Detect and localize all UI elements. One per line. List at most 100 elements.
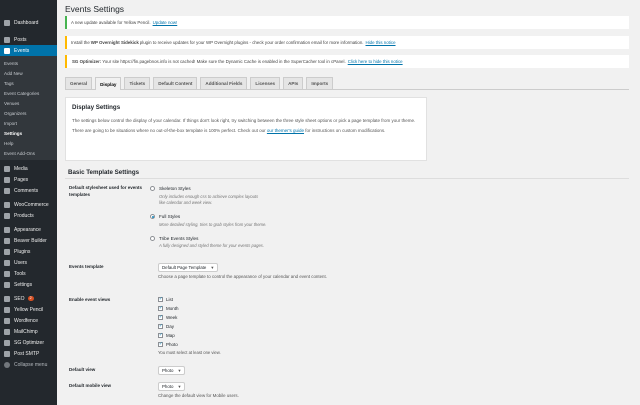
- default-view-select[interactable]: Photo ▼: [158, 366, 186, 375]
- event-views-label: Enable event views: [69, 297, 111, 302]
- sidebar-item-post-smtp[interactable]: Post SMTP: [0, 348, 57, 359]
- submenu-event-add-ons[interactable]: Event Add-Ons: [0, 148, 57, 158]
- stylesheet-label: Default stylesheet used for events templ…: [69, 185, 143, 197]
- user-icon: [4, 259, 10, 266]
- submenu-import[interactable]: Import: [0, 118, 57, 128]
- sidebar-item-wordfence[interactable]: Wordfence: [0, 315, 57, 326]
- themers-guide-link[interactable]: our themer's guide: [267, 128, 304, 133]
- chevron-down-icon: ▼: [210, 265, 215, 270]
- submenu-organizers[interactable]: Organizers: [0, 108, 57, 118]
- view-list-checkbox[interactable]: List: [158, 296, 173, 302]
- main-content: Events Settings A new update available f…: [57, 0, 640, 405]
- sidebar-item-beaver-builder[interactable]: Beaver Builder: [0, 235, 57, 246]
- sidebar-item-comments[interactable]: Comments: [0, 185, 57, 196]
- collapse-icon: [4, 361, 10, 368]
- sidebar-item-media[interactable]: Media: [0, 163, 57, 174]
- tab-apis[interactable]: APIs: [283, 77, 304, 89]
- product-icon: [4, 212, 10, 219]
- sidebar-item-seo[interactable]: SEO 2: [0, 293, 57, 304]
- default-view-label: Default view: [69, 367, 96, 372]
- view-map-checkbox[interactable]: Map: [158, 332, 175, 338]
- brush-icon: [4, 226, 10, 233]
- submenu-add-new[interactable]: Add New: [0, 68, 57, 78]
- sidekick-notice: Install the WP Overnight Sidekick plugin…: [65, 36, 629, 49]
- tab-default-content[interactable]: Default Content: [153, 77, 198, 89]
- checkbox[interactable]: [158, 314, 163, 320]
- default-mobile-view-help: Change the default view for Mobile users…: [158, 393, 239, 398]
- admin-sidebar: Dashboard Posts Events Events Add New Ta…: [0, 0, 57, 405]
- checkbox[interactable]: [158, 305, 163, 311]
- event-views-help: You must select at least one view.: [158, 350, 221, 355]
- hide-cache-notice-link[interactable]: Click here to hide this notice: [348, 59, 403, 64]
- radio-skeleton-styles[interactable]: Skeleton Styles: [150, 186, 191, 191]
- tab-general[interactable]: General: [65, 77, 93, 89]
- display-settings-note: There are going to be situations where n…: [72, 128, 386, 133]
- radio-button[interactable]: [150, 236, 155, 241]
- submenu-venues[interactable]: Venues: [0, 98, 57, 108]
- update-now-link[interactable]: Update now!: [153, 20, 178, 25]
- events-submenu: Events Add New Tags Event Categories Ven…: [0, 56, 57, 160]
- sidebar-item-appearance[interactable]: Appearance: [0, 224, 57, 235]
- submenu-events[interactable]: Events: [0, 58, 57, 68]
- checkbox[interactable]: [158, 323, 163, 329]
- tab-licenses[interactable]: Licenses: [250, 77, 281, 89]
- section-divider: [65, 178, 629, 179]
- rocket-icon: [4, 339, 10, 346]
- view-photo-checkbox[interactable]: Photo: [158, 341, 178, 347]
- plugin-icon: [4, 248, 10, 255]
- collapse-menu-button[interactable]: Collapse menu: [0, 359, 57, 370]
- sidebar-item-posts[interactable]: Posts: [0, 34, 57, 45]
- submenu-event-categories[interactable]: Event Categories: [0, 88, 57, 98]
- tribe-styles-desc: A fully designed and styled theme for yo…: [159, 243, 265, 248]
- sidebar-item-users[interactable]: Users: [0, 257, 57, 268]
- woocommerce-icon: [4, 201, 10, 208]
- radio-button-selected[interactable]: [150, 214, 155, 219]
- page-icon: [4, 176, 10, 183]
- checkbox[interactable]: [158, 296, 163, 302]
- display-settings-box: Display Settings The settings below cont…: [65, 97, 427, 161]
- tab-tickets[interactable]: Tickets: [124, 77, 151, 89]
- default-mobile-view-select[interactable]: Photo ▼: [158, 382, 186, 391]
- sidebar-item-plugins[interactable]: Plugins: [0, 246, 57, 257]
- sidebar-item-pages[interactable]: Pages: [0, 174, 57, 185]
- sidebar-item-mailchimp[interactable]: MailChimp: [0, 326, 57, 337]
- display-settings-intro: The settings below control the display o…: [72, 118, 416, 123]
- envelope-icon: [4, 350, 10, 357]
- sidebar-item-settings[interactable]: Settings: [0, 279, 57, 290]
- radio-tribe-events-styles[interactable]: Tribe Events Styles: [150, 236, 198, 241]
- display-settings-heading: Display Settings: [72, 104, 121, 111]
- sidebar-item-products[interactable]: Products: [0, 210, 57, 221]
- sidebar-item-woocommerce[interactable]: WooCommerce: [0, 199, 57, 210]
- view-month-checkbox[interactable]: Month: [158, 305, 179, 311]
- submenu-settings[interactable]: Settings: [0, 128, 57, 138]
- tab-imports[interactable]: Imports: [306, 77, 334, 89]
- chevron-down-icon: ▼: [177, 368, 182, 373]
- seo-icon: [4, 295, 10, 302]
- tab-display[interactable]: Display: [95, 77, 122, 90]
- comment-icon: [4, 187, 10, 194]
- submenu-tags[interactable]: Tags: [0, 78, 57, 88]
- hide-notice-link[interactable]: Hide this notice: [366, 40, 396, 45]
- sidebar-item-yellow-pencil[interactable]: Yellow Pencil: [0, 304, 57, 315]
- full-styles-desc: More detailed styling, tries to grab sty…: [159, 222, 267, 227]
- events-template-select[interactable]: Default Page Template ▼: [158, 263, 219, 272]
- update-notice: A new update available for Yellow Pencil…: [65, 16, 629, 29]
- seo-count-badge: 2: [27, 296, 34, 301]
- radio-full-styles[interactable]: Full Styles: [150, 214, 180, 219]
- mail-icon: [4, 328, 10, 335]
- sidebar-item-dashboard[interactable]: Dashboard: [0, 17, 57, 28]
- sidebar-item-events[interactable]: Events: [0, 45, 57, 56]
- pin-icon: [4, 36, 10, 43]
- sidebar-item-sg-optimizer[interactable]: SG Optimizer: [0, 337, 57, 348]
- radio-button[interactable]: [150, 186, 155, 191]
- sidebar-item-tools[interactable]: Tools: [0, 268, 57, 279]
- checkbox[interactable]: [158, 341, 163, 347]
- checkbox[interactable]: [158, 332, 163, 338]
- view-week-checkbox[interactable]: Week: [158, 314, 177, 320]
- tab-additional-fields[interactable]: Additional Fields: [200, 77, 248, 89]
- submenu-help[interactable]: Help: [0, 138, 57, 148]
- default-mobile-view-label: Default mobile view: [69, 383, 112, 388]
- view-day-checkbox[interactable]: Day: [158, 323, 174, 329]
- skeleton-styles-desc: Only includes enough css to achieve comp…: [159, 194, 259, 205]
- settings-tabs: General Display Tickets Default Content …: [65, 76, 629, 90]
